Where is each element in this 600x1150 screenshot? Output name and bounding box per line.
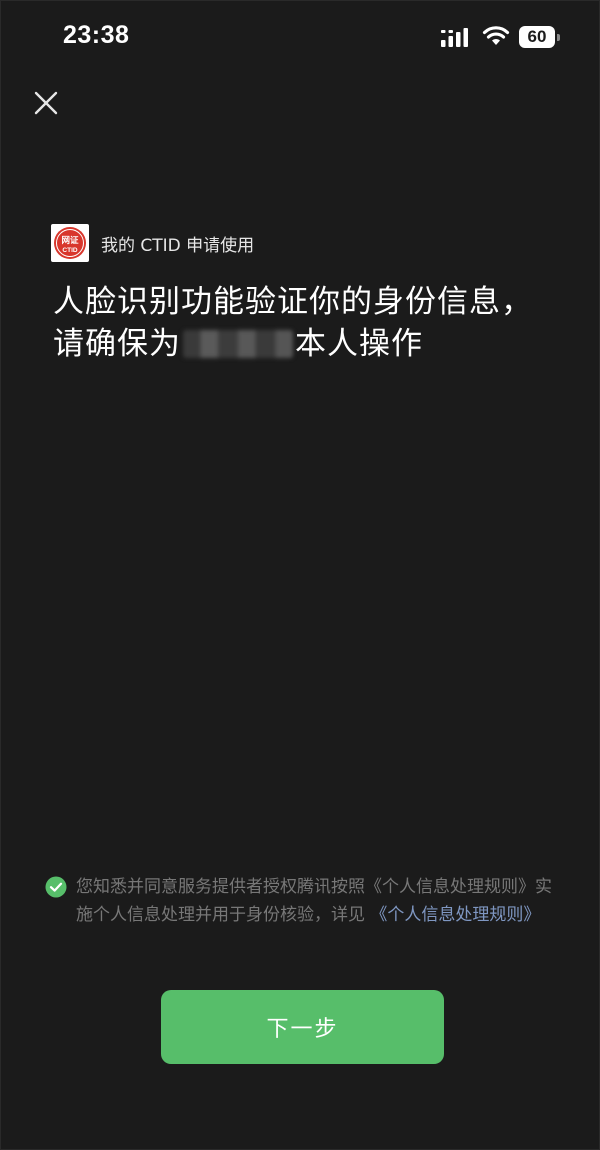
signal-icon — [441, 28, 468, 47]
app-request-text: 我的 CTID 申请使用 — [101, 235, 255, 256]
status-time: 23:38 — [63, 21, 130, 49]
wifi-icon — [482, 26, 510, 45]
logo-text-top: 网证 — [61, 235, 79, 246]
ctid-seal: 网证 CTID — [54, 227, 86, 259]
close-button[interactable] — [29, 86, 63, 120]
app-request-row: 网证 CTID 我的 CTID 申请使用 — [51, 224, 254, 262]
page-title: 人脸识别功能验证你的身份信息，请确保为 本人操作 — [53, 281, 553, 365]
consent-text: 您知悉并同意服务提供者授权腾讯按照《个人信息处理规则》实施个人信息处理并用于身份… — [76, 873, 566, 929]
face-verification-screen: 23:38 60 网证 CTID 我的 CTID 申请使用 人脸识别功能验证你的… — [0, 0, 600, 1150]
battery-level: 60 — [527, 27, 547, 46]
logo-text-bottom: CTID — [62, 247, 77, 254]
headline-prefix: 人脸识别功能验证你的身份信息，请确保为 — [53, 284, 533, 362]
status-bar: 23:38 60 — [1, 1, 599, 71]
next-step-button[interactable]: 下一步 — [161, 990, 444, 1064]
battery-cap — [557, 34, 560, 41]
headline-suffix: 本人操作 — [295, 326, 423, 362]
ctid-logo-icon: 网证 CTID — [51, 224, 89, 262]
blurred-user-name — [183, 330, 293, 358]
privacy-rules-link[interactable]: 《个人信息处理规则》 — [370, 905, 540, 925]
checkbox-checked-icon[interactable] — [45, 876, 67, 898]
battery-icon: 60 — [519, 26, 560, 48]
close-icon — [34, 91, 58, 115]
